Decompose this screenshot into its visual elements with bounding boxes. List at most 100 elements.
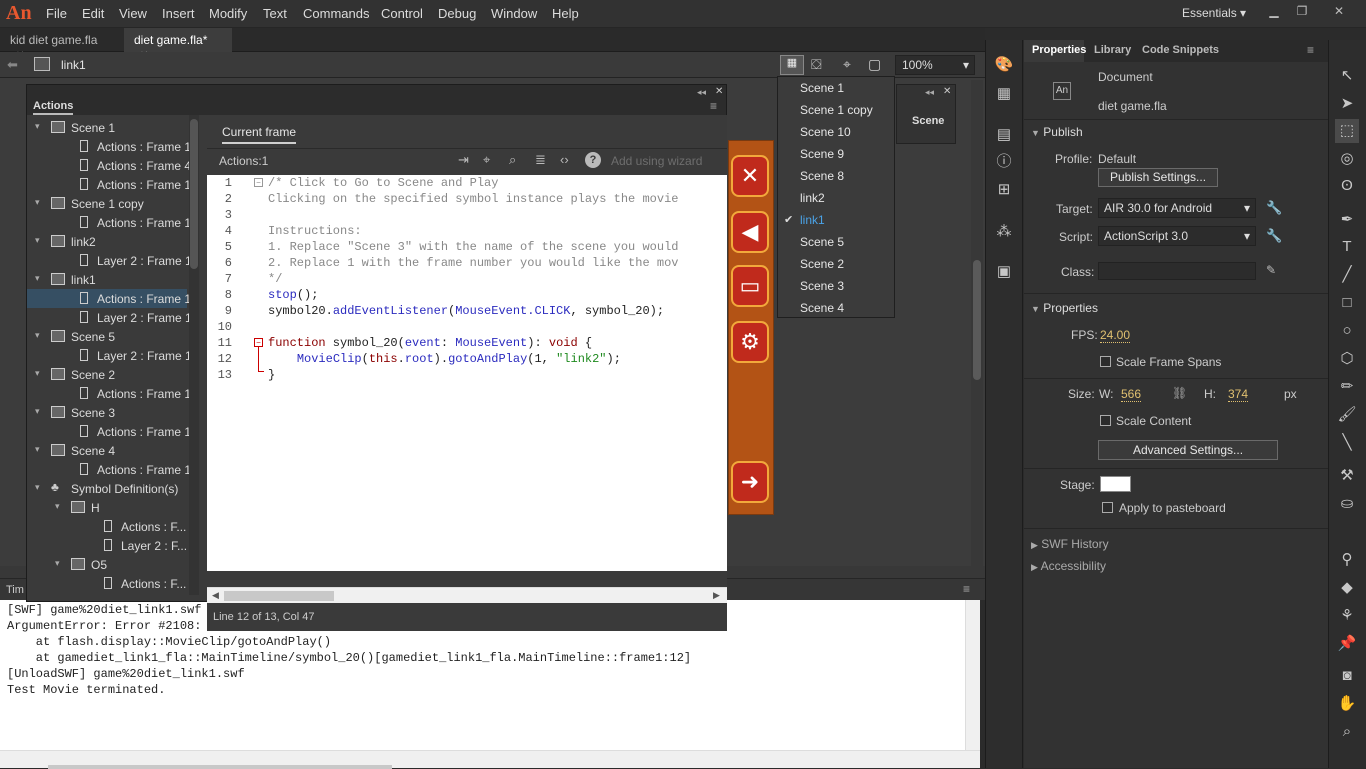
close-window-icon[interactable]: ✕: [1330, 4, 1348, 20]
scene-menu-item[interactable]: Scene 5: [800, 235, 844, 249]
paint-bucket-tool-icon[interactable]: ⛀: [1335, 492, 1359, 516]
tree-item[interactable]: Layer 2 : Frame 1: [27, 251, 192, 270]
workspace-switcher[interactable]: Essentials ▾: [1182, 6, 1246, 20]
scene-menu-item[interactable]: Scene 2: [800, 257, 844, 271]
code-editor[interactable]: 1 2 3 4 5 6 7 8 9 10 11 12 13 − − /* Click to Go to …: [207, 175, 727, 571]
expand-arrow-icon[interactable]: ▾: [55, 501, 60, 512]
pencil-tool-icon[interactable]: ✏: [1335, 375, 1359, 399]
expand-arrow-icon[interactable]: ▾: [35, 444, 40, 455]
search-icon[interactable]: ⌕: [509, 152, 516, 168]
swf-history-section[interactable]: ▶ SWF History: [1031, 537, 1109, 551]
tree-item[interactable]: ▾ Scene 5: [27, 327, 187, 346]
selection-tool-icon[interactable]: ↖: [1335, 64, 1359, 88]
tree-item[interactable]: ▾ link2: [27, 232, 187, 251]
wrench-icon[interactable]: 🔧: [1266, 200, 1282, 216]
panel-menu-icon[interactable]: ≡: [1307, 43, 1314, 57]
menu-commands[interactable]: Commands: [303, 6, 369, 21]
expand-arrow-icon[interactable]: ▾: [55, 558, 60, 569]
tab-code-snippets[interactable]: Code Snippets: [1142, 44, 1219, 56]
expand-arrow-icon[interactable]: ▾: [35, 368, 40, 379]
close-icon[interactable]: ✕: [943, 86, 951, 97]
color-palette-icon[interactable]: 🎨: [992, 53, 1016, 77]
tab-properties[interactable]: Properties: [1032, 44, 1086, 56]
scene-menu-item[interactable]: Scene 1 copy: [800, 103, 873, 117]
accessibility-section[interactable]: ▶ Accessibility: [1031, 559, 1106, 573]
align-icon[interactable]: ▤: [992, 123, 1016, 147]
tree-item[interactable]: Layer 2 : Frame 1: [27, 346, 192, 365]
tree-item[interactable]: Actions : Frame 1: [27, 137, 191, 156]
subselection-tool-icon[interactable]: ➤: [1335, 92, 1359, 116]
stage-vertical-scrollbar[interactable]: [971, 80, 983, 566]
expand-arrow-icon[interactable]: ▾: [35, 482, 40, 493]
code-line[interactable]: /* Click to Go to Scene and Play: [268, 176, 498, 190]
expand-arrow-icon[interactable]: ▾: [35, 406, 40, 417]
free-transform-tool-icon[interactable]: ⬚: [1335, 119, 1359, 143]
scrollbar-thumb[interactable]: [224, 591, 334, 601]
zoom-select[interactable]: 100% ▾: [895, 55, 975, 75]
rectangle-tool-icon[interactable]: □: [1335, 291, 1359, 315]
pin-script-icon[interactable]: ⇥: [458, 152, 469, 168]
fps-value[interactable]: 24.00: [1100, 328, 1131, 343]
breadcrumb[interactable]: link1: [61, 58, 86, 72]
expand-arrow-icon[interactable]: ▾: [35, 273, 40, 284]
menu-view[interactable]: View: [119, 6, 147, 21]
code-line[interactable]: stop();: [268, 288, 318, 302]
tree-item[interactable]: Actions : Frame 1: [27, 422, 191, 441]
code-line[interactable]: MovieClip(this.root).gotoAndPlay(1, "lin…: [268, 352, 621, 366]
info-icon[interactable]: ⓘ: [992, 150, 1016, 174]
tree-item[interactable]: Actions : Frame 1: [27, 384, 191, 403]
pin-tool-icon[interactable]: 📌: [1335, 632, 1359, 656]
tab-kid-diet-game[interactable]: kid diet game.fla ✕: [0, 28, 123, 61]
stage-color-swatch[interactable]: [1100, 476, 1131, 492]
output-horizontal-scrollbar[interactable]: [0, 750, 980, 769]
format-code-icon[interactable]: ≣: [535, 152, 546, 168]
advanced-settings-button[interactable]: Advanced Settings...: [1098, 440, 1278, 460]
menu-debug[interactable]: Debug: [438, 6, 476, 21]
scene-menu-item[interactable]: Scene 8: [800, 169, 844, 183]
line-tool-icon[interactable]: ╱: [1335, 263, 1359, 287]
tree-item[interactable]: Layer 2 : F...: [27, 536, 187, 555]
script-select[interactable]: ActionScript 3.0 ▾: [1098, 226, 1256, 246]
menu-edit[interactable]: Edit: [82, 6, 104, 21]
restore-icon[interactable]: ❐: [1293, 4, 1311, 20]
scene-menu-item[interactable]: Scene 1: [800, 81, 844, 95]
tab-diet-game[interactable]: diet game.fla* ✕: [124, 28, 232, 61]
expand-arrow-icon[interactable]: ▾: [35, 330, 40, 341]
scene-label[interactable]: Scene: [912, 115, 944, 127]
clip-content-icon[interactable]: ▢: [868, 56, 881, 73]
menu-file[interactable]: File: [46, 6, 67, 21]
tree-item[interactable]: ▾ H: [27, 498, 187, 517]
scale-frame-spans-checkbox[interactable]: [1100, 356, 1111, 367]
oval-tool-icon[interactable]: ○: [1335, 319, 1359, 343]
height-value[interactable]: 374: [1228, 387, 1249, 402]
back-arrow-icon[interactable]: ⬅: [7, 57, 18, 73]
transform-icon[interactable]: ⊞: [992, 178, 1016, 202]
pen-tool-icon[interactable]: ✒: [1335, 208, 1359, 232]
output-vertical-scrollbar[interactable]: [965, 600, 980, 750]
scrollbar-thumb[interactable]: [190, 119, 198, 269]
bone-tool-icon[interactable]: ⚒: [1335, 464, 1359, 488]
tree-item[interactable]: Actions : F...: [27, 517, 187, 536]
actions-title[interactable]: Actions: [33, 100, 74, 115]
motion-presets-icon[interactable]: ▣: [992, 260, 1016, 284]
menu-window[interactable]: Window: [491, 6, 537, 21]
tree-item[interactable]: Actions : F...: [27, 574, 187, 593]
minimize-icon[interactable]: ▁: [1265, 4, 1283, 20]
edit-scene-icon[interactable]: ▦: [780, 55, 804, 75]
hand-tool-icon[interactable]: ✋: [1335, 692, 1359, 716]
code-line[interactable]: */: [268, 272, 282, 286]
tree-item[interactable]: Actions : Frame 1: [27, 289, 191, 308]
code-line[interactable]: symbol20.addEventListener(MouseEvent.CLI…: [268, 304, 664, 318]
link-icon[interactable]: ⛓: [1172, 386, 1187, 400]
text-tool-icon[interactable]: T: [1335, 235, 1359, 259]
eyedropper-tool-icon[interactable]: ⚲: [1335, 548, 1359, 572]
polystar-tool-icon[interactable]: ⬡: [1335, 347, 1359, 371]
expand-arrow-icon[interactable]: ▾: [35, 197, 40, 208]
swatches-icon[interactable]: ▦: [992, 82, 1016, 106]
tree-item[interactable]: ▾ O5: [27, 555, 187, 574]
tree-item[interactable]: ▾ Scene 1 copy: [27, 194, 187, 213]
code-horizontal-scrollbar[interactable]: ◀ ▶: [207, 587, 727, 603]
tree-item[interactable]: ▾ Scene 1: [27, 118, 187, 137]
eraser-tool-icon[interactable]: ◆: [1335, 576, 1359, 600]
target-insert-icon[interactable]: ⌖: [483, 152, 490, 168]
